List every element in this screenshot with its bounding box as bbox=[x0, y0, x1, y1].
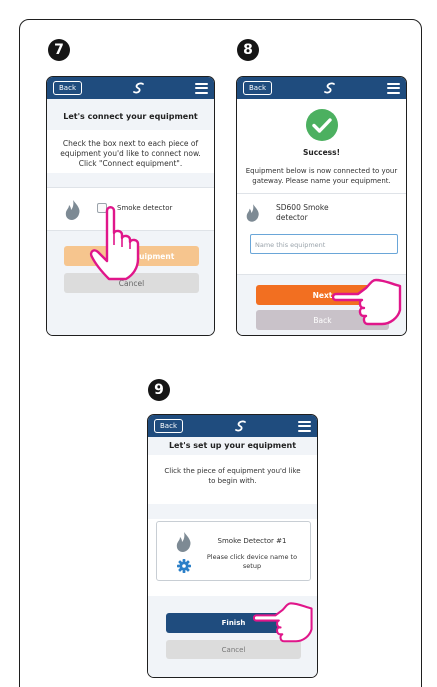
hamburger-menu-icon[interactable] bbox=[298, 420, 311, 432]
step-badge-9: 9 bbox=[148, 379, 170, 401]
phone-step-9: Back Let's set up your equipment Click t… bbox=[147, 414, 318, 678]
pointing-hand-icon bbox=[332, 278, 402, 326]
success-message: Equipment below is now connected to your… bbox=[245, 167, 398, 185]
device-name-line1: SD600 Smoke bbox=[276, 203, 329, 212]
app-topbar: Back bbox=[148, 415, 317, 437]
phone-step-8: Back Success! Equipment below is now con… bbox=[236, 76, 407, 336]
brand-logo-icon bbox=[323, 82, 335, 94]
name-equipment-input[interactable]: Name this equipment bbox=[250, 234, 398, 254]
success-title: Success! bbox=[302, 148, 341, 157]
spacer-band bbox=[148, 504, 317, 519]
flame-icon bbox=[65, 200, 80, 220]
pointing-hand-icon bbox=[89, 206, 140, 281]
step-badge-8: 8 bbox=[237, 39, 259, 61]
pointing-hand-icon bbox=[253, 602, 313, 643]
settings-gear-icon[interactable] bbox=[177, 559, 191, 573]
equipment-row[interactable]: SD600 Smoke detector Name this equipment bbox=[237, 193, 406, 275]
instructions-text: Check the box next to each piece of equi… bbox=[60, 139, 201, 168]
flame-icon bbox=[176, 532, 191, 552]
step-badge-7: 7 bbox=[48, 39, 70, 61]
flame-icon bbox=[246, 204, 259, 222]
brand-logo-icon bbox=[234, 420, 246, 432]
page-title: Let's set up your equipment bbox=[168, 441, 297, 450]
back-button[interactable]: Back bbox=[53, 81, 82, 95]
back-button[interactable]: Back bbox=[243, 81, 272, 95]
app-topbar: Back bbox=[47, 77, 214, 99]
back-button[interactable]: Back bbox=[154, 419, 183, 433]
success-check-icon bbox=[306, 109, 338, 141]
equipment-card[interactable]: Smoke Detector #1 Please click device na… bbox=[156, 521, 311, 581]
page-title: Let's connect your equipment bbox=[63, 112, 198, 121]
app-topbar: Back bbox=[237, 77, 406, 99]
device-hint: Please click device name to setup bbox=[206, 553, 298, 570]
device-name-line2: detector bbox=[276, 213, 308, 222]
brand-logo-icon bbox=[132, 82, 144, 94]
hamburger-menu-icon[interactable] bbox=[387, 82, 400, 94]
device-name-link[interactable]: Smoke Detector #1 bbox=[197, 537, 307, 545]
hamburger-menu-icon[interactable] bbox=[195, 82, 208, 94]
instructions-text: Click the piece of equipment you'd like … bbox=[164, 467, 301, 485]
spacer-band bbox=[47, 173, 214, 187]
phone-step-7: Back Let's connect your equipment Check … bbox=[46, 76, 215, 336]
